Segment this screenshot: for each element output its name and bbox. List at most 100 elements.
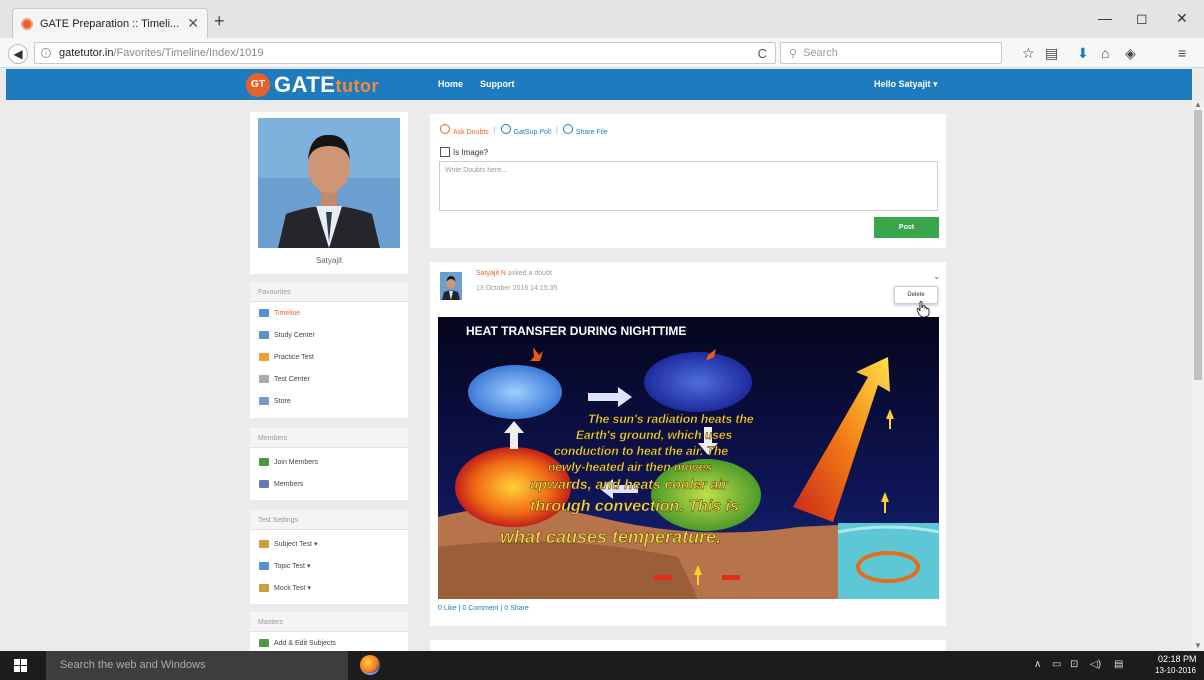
post-button[interactable]: Post <box>874 217 939 238</box>
sidebar-item-mock-test[interactable]: Mock Test ▾ <box>250 577 408 599</box>
sidebar-item-add-edit-subjects[interactable]: Add & Edit Subjects <box>250 632 408 651</box>
nav-home[interactable]: Home <box>438 79 463 89</box>
clock-date[interactable]: 13-10-2016 <box>1155 666 1196 675</box>
sidebar-item-members[interactable]: Members <box>250 473 408 495</box>
image-caption-1: The sun's radiation heats the <box>588 412 754 426</box>
test-settings-header: Test Settings <box>250 510 408 530</box>
image-caption-6: through convection. This is <box>530 498 739 515</box>
battery-icon[interactable]: ▭ <box>1052 659 1061 670</box>
new-tab-button[interactable]: + <box>214 11 225 32</box>
windows-start-icon[interactable] <box>14 659 28 673</box>
favourites-header: Favourites <box>250 282 408 302</box>
maximize-button[interactable]: ◻ <box>1136 10 1148 27</box>
is-image-checkbox[interactable]: Is Image? <box>440 147 488 157</box>
reload-icon[interactable]: C <box>758 46 767 61</box>
sidebar-item-study-center[interactable]: Study Center <box>250 324 408 346</box>
scroll-up-icon[interactable]: ▲ <box>1194 100 1202 109</box>
menu-icon[interactable]: ≡ <box>1178 45 1186 61</box>
sidebar-item-timeline[interactable]: Timeline <box>250 302 408 324</box>
nav-support[interactable]: Support <box>480 79 515 89</box>
sidebar-item-subject-test[interactable]: Subject Test ▾ <box>250 533 408 555</box>
sidebar-item-label: Subject Test ▾ <box>274 541 318 548</box>
search-placeholder: Search <box>803 47 838 59</box>
page-scrollbar[interactable]: ▲ ▼ <box>1192 100 1204 650</box>
volume-icon[interactable]: ◁) <box>1090 659 1101 670</box>
image-caption-5: upwards, and heats cooler air <box>530 476 729 492</box>
topic-test-icon <box>259 562 269 570</box>
hand-cursor-icon <box>916 301 930 318</box>
post-timestamp: 13 October 2016 14:15:35 <box>476 285 558 292</box>
pocket-icon[interactable]: ◈ <box>1125 45 1136 62</box>
checkbox-box[interactable] <box>440 147 450 157</box>
logo-badge[interactable]: GT <box>246 73 270 97</box>
reading-list-icon[interactable]: ▤ <box>1045 45 1058 62</box>
masters-header: Masters <box>250 612 408 632</box>
chevron-down-icon[interactable]: ⌄ <box>933 271 941 282</box>
url-domain: gatetutor.in <box>59 47 114 59</box>
back-button[interactable]: ◀ <box>8 44 28 64</box>
browser-tab[interactable]: GATE Preparation :: Timeli... ✕ <box>12 8 208 38</box>
close-window-button[interactable]: ✕ <box>1176 10 1188 27</box>
tab-share-file[interactable]: Share File <box>562 124 608 136</box>
logo-gate: GATE <box>274 72 336 97</box>
scroll-down-icon[interactable]: ▼ <box>1194 641 1202 650</box>
members-panel: Members Join Members Members <box>250 428 408 500</box>
tray-chevron-icon[interactable]: ∧ <box>1034 659 1041 670</box>
tab-title: GATE Preparation :: Timeli... <box>40 17 180 30</box>
scroll-thumb[interactable] <box>1194 110 1202 380</box>
url-bar[interactable]: i gatetutor.in /Favorites/Timeline/Index… <box>34 42 776 64</box>
image-title: HEAT TRANSFER DURING NIGHTTIME <box>466 324 686 338</box>
sidebar-item-label: Topic Test ▾ <box>274 563 311 570</box>
sidebar-item-label: Mock Test ▾ <box>274 585 311 592</box>
tab-gatsup-poll[interactable]: GatSup Poll <box>500 124 551 136</box>
minimize-button[interactable]: — <box>1098 10 1112 26</box>
image-caption-7: what causes temperature. <box>500 527 721 547</box>
sidebar-item-join-members[interactable]: Join Members <box>250 451 408 473</box>
user-greeting[interactable]: Hello Satyajit ▾ <box>874 79 938 90</box>
post-stats[interactable]: 0 Like | 0 Comment | 0 Share <box>438 605 529 612</box>
profile-name[interactable]: Satyajit <box>250 256 408 265</box>
clock-time[interactable]: 02:18 PM <box>1158 654 1197 664</box>
home-icon[interactable]: ⌂ <box>1101 45 1109 61</box>
download-icon[interactable]: ⬇ <box>1077 45 1089 62</box>
firefox-icon[interactable] <box>360 655 380 675</box>
tab-close-icon[interactable]: ✕ <box>187 15 199 32</box>
bookmark-star-icon[interactable]: ☆ <box>1022 45 1035 62</box>
profile-photo[interactable] <box>258 118 400 248</box>
notifications-icon[interactable]: ▤ <box>1114 659 1123 670</box>
sidebar-item-label: Add & Edit Subjects <box>274 639 336 647</box>
timeline-post: Satyajit N asked a doubt 13 October 2016… <box>430 262 946 626</box>
practice-test-icon <box>259 353 269 361</box>
sidebar-item-test-center[interactable]: Test Center <box>250 368 408 390</box>
sidebar-item-practice-test[interactable]: Practice Test <box>250 346 408 368</box>
info-icon[interactable]: i <box>41 48 51 58</box>
post-meta: Satyajit N asked a doubt <box>476 270 552 277</box>
mock-test-icon <box>259 584 269 592</box>
taskbar-search-input[interactable]: Search the web and Windows <box>46 651 348 680</box>
join-members-icon <box>259 458 269 466</box>
favourites-panel: Favourites Timeline Study Center Practic… <box>250 282 408 418</box>
tab-gatsup-poll-label: GatSup Poll <box>513 129 551 136</box>
post-image[interactable]: HEAT TRANSFER DURING NIGHTTIME The sun's… <box>438 317 939 599</box>
browser-search-input[interactable]: ⚲ Search <box>780 42 1002 64</box>
sidebar-item-label: Timeline <box>274 309 301 317</box>
sidebar-item-label: Test Center <box>274 375 310 383</box>
post-author-avatar[interactable] <box>440 272 462 300</box>
tab-share-file-label: Share File <box>575 129 608 136</box>
post-author[interactable]: Satyajit N <box>476 270 506 277</box>
profile-card: Satyajit <box>250 112 408 274</box>
sidebar-item-label: Join Members <box>274 458 318 466</box>
study-center-icon <box>259 331 269 339</box>
site-logo[interactable]: GATEtutor <box>274 72 379 98</box>
doubt-textarea[interactable]: Write Doubts here... <box>439 161 938 211</box>
tab-ask-doubts[interactable]: Ask Doubts <box>440 124 489 136</box>
test-center-icon <box>259 375 269 383</box>
favicon-icon <box>21 17 33 30</box>
network-icon[interactable]: ⊡ <box>1070 659 1078 670</box>
windows-taskbar: Search the web and Windows ∧ ▭ ⊡ ◁) ▤ 02… <box>0 651 1204 680</box>
image-caption-3: conduction to heat the air. The <box>554 444 728 458</box>
sidebar-item-store[interactable]: Store <box>250 390 408 412</box>
browser-nav-bar: ◀ i gatetutor.in /Favorites/Timeline/Ind… <box>0 38 1204 68</box>
sidebar-item-topic-test[interactable]: Topic Test ▾ <box>250 555 408 577</box>
site-header: GT GATEtutor Home Support Hello Satyajit… <box>6 69 1192 100</box>
